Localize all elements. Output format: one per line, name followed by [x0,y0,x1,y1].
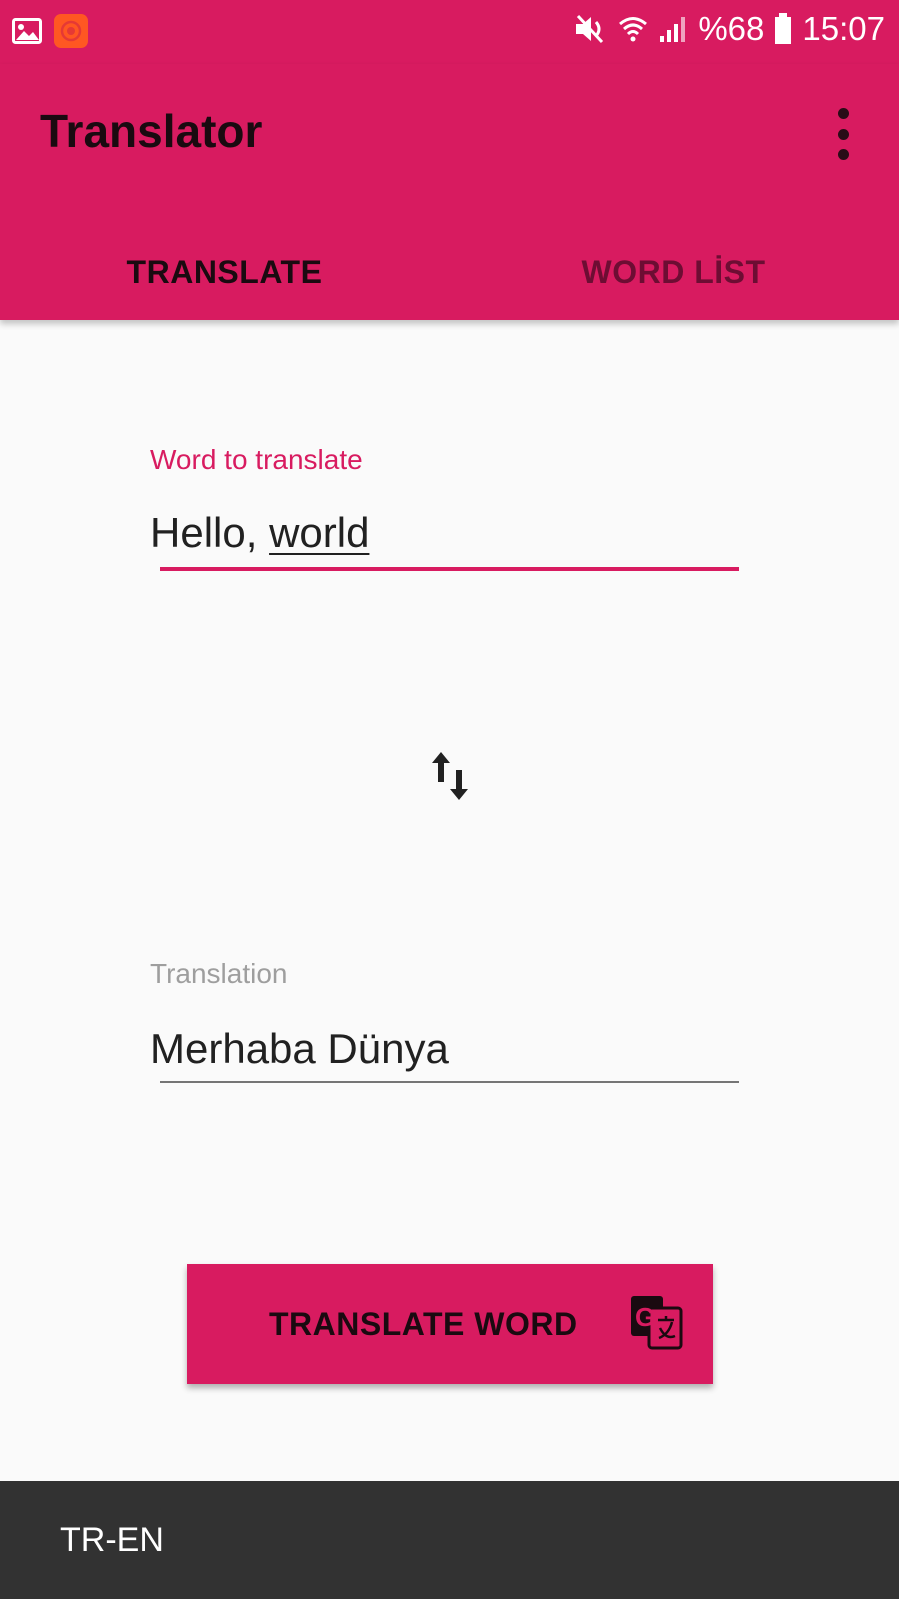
svg-text:G: G [635,1302,655,1332]
translator-screen: %68 15:07 Translator TRANSLATE WORD LİST… [0,0,899,1599]
tab-translate[interactable]: TRANSLATE [0,224,449,320]
translate-button-label: TRANSLATE WORD [269,1305,578,1342]
app-notification-icon [54,14,88,48]
wifi-icon [619,17,648,42]
google-translate-icon: G [631,1296,683,1350]
translation-underline [160,1081,739,1083]
swap-vert-icon[interactable] [432,752,468,800]
translation-field-label: Translation [150,958,288,989]
app-bar: Translator TRANSLATE WORD LİST [0,64,899,320]
word-input-underline [160,567,739,571]
word-field-label: Word to translate [150,444,363,475]
status-bar-system: %68 15:07 [574,10,885,48]
menu-dot [837,149,849,160]
battery-percentage: %68 [698,10,765,47]
more-vert-icon[interactable] [831,108,855,160]
word-input-text: Hello, [150,509,270,556]
language-pair-label[interactable]: TR-EN [60,1481,164,1599]
status-bar-notifications [12,14,88,48]
signal-icon [660,17,686,42]
tab-word-list[interactable]: WORD LİST [449,224,898,320]
clock: 15:07 [802,10,885,47]
battery-icon [775,13,792,44]
menu-dot [837,128,849,140]
menu-dot [837,108,849,119]
mute-icon [576,14,604,44]
word-input-composing-text: world [269,509,370,556]
gallery-icon [12,18,42,44]
word-input[interactable]: Hello, world [150,508,740,558]
app-title: Translator [40,105,263,157]
status-bar: %68 15:07 [0,0,899,64]
translation-output[interactable]: Merhaba Dünya [150,1024,740,1074]
translate-word-button[interactable]: TRANSLATE WORD G [187,1264,713,1384]
bottom-bar: TR-EN [0,1481,899,1599]
